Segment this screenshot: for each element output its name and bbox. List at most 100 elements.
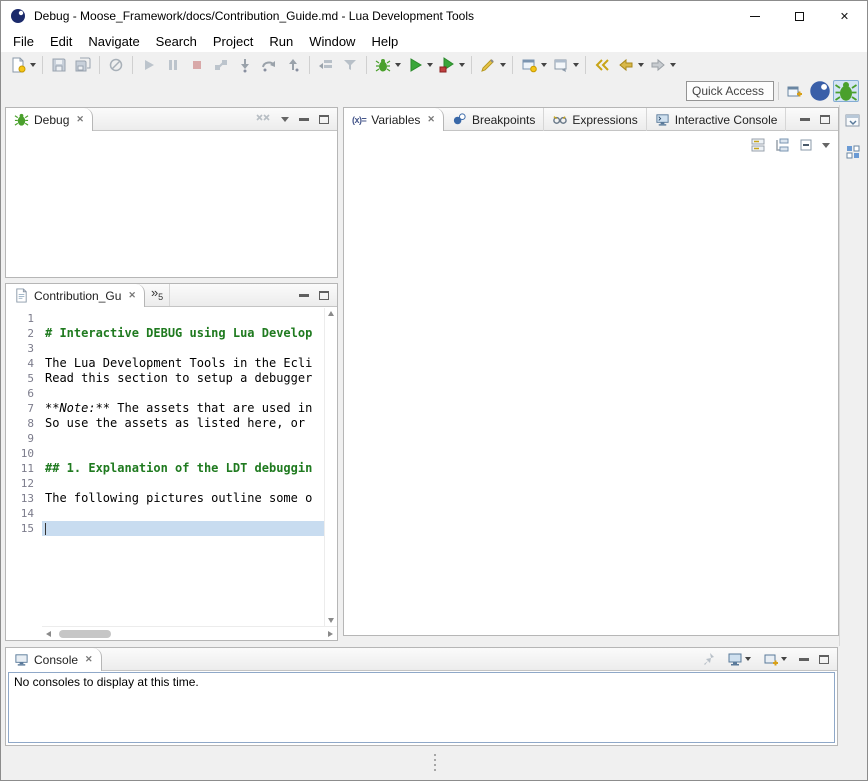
scrollbar-thumb[interactable] (59, 630, 111, 638)
new-dropdown-icon[interactable] (30, 63, 36, 67)
forward-button[interactable] (646, 54, 678, 76)
open-console-button[interactable] (763, 651, 789, 667)
skip-breakpoints-button[interactable] (104, 54, 128, 76)
menu-run[interactable]: Run (261, 31, 301, 52)
external-tools-dropdown-icon[interactable] (459, 63, 465, 67)
menu-window[interactable]: Window (301, 31, 363, 52)
back-button[interactable] (614, 54, 646, 76)
new-button[interactable] (6, 54, 38, 76)
open-element-button[interactable] (549, 54, 581, 76)
drop-to-frame-button[interactable] (314, 54, 338, 76)
mark-occurrences-button[interactable] (476, 54, 508, 76)
step-into-button[interactable] (233, 54, 257, 76)
code-line[interactable] (42, 521, 324, 536)
perspective-debug-button[interactable] (833, 80, 859, 102)
code-line[interactable]: ## 1. Explanation of the LDT debuggin (42, 461, 324, 476)
menu-search[interactable]: Search (148, 31, 205, 52)
tab-close-icon[interactable]: ✕ (74, 114, 84, 125)
scroll-down-icon[interactable] (328, 618, 334, 623)
line-number[interactable]: 10 (6, 446, 42, 461)
code-line[interactable]: The following pictures outline some o (42, 491, 324, 506)
open-perspective-button[interactable] (783, 80, 807, 102)
line-number[interactable]: 4 (6, 356, 42, 371)
line-number[interactable]: 6 (6, 386, 42, 401)
tab-debug[interactable]: Debug ✕ (6, 108, 93, 131)
display-console-dropdown-icon[interactable] (745, 657, 751, 661)
tab-interactive-console[interactable]: Interactive Console (647, 108, 787, 131)
perspective-ldt-button[interactable] (807, 80, 833, 102)
menu-edit[interactable]: Edit (42, 31, 80, 52)
variables-content[interactable] (344, 158, 838, 635)
code-line[interactable] (42, 386, 324, 401)
show-type-names-icon[interactable] (750, 137, 766, 153)
tab-breakpoints[interactable]: Breakpoints (444, 108, 544, 131)
console-content[interactable]: No consoles to display at this time. (8, 672, 835, 743)
code-line[interactable] (42, 476, 324, 491)
maximize-view-icon[interactable] (819, 655, 829, 664)
menu-project[interactable]: Project (205, 31, 261, 52)
suspend-button[interactable] (161, 54, 185, 76)
terminate-button[interactable] (185, 54, 209, 76)
scroll-left-icon[interactable] (46, 631, 51, 637)
editor-horizontal-scrollbar[interactable] (42, 626, 337, 640)
maximize-button[interactable] (777, 1, 822, 31)
open-console-dropdown-icon[interactable] (781, 657, 787, 661)
use-step-filters-button[interactable] (338, 54, 362, 76)
run-button[interactable] (403, 54, 435, 76)
tab-close-icon[interactable]: ✕ (425, 114, 435, 125)
line-number[interactable]: 5 (6, 371, 42, 386)
last-edit-location-button[interactable] (590, 54, 614, 76)
line-number[interactable]: 8 (6, 416, 42, 431)
forward-dropdown-icon[interactable] (670, 63, 676, 67)
open-element-dropdown-icon[interactable] (573, 63, 579, 67)
run-dropdown-icon[interactable] (427, 63, 433, 67)
code-line[interactable] (42, 446, 324, 461)
external-tools-button[interactable] (435, 54, 467, 76)
bottom-sash-handle[interactable] (431, 754, 439, 778)
maximize-view-icon[interactable] (319, 291, 329, 300)
new-wizard-dropdown-icon[interactable] (541, 63, 547, 67)
save-all-button[interactable] (71, 54, 95, 76)
tab-variables[interactable]: (x)= Variables ✕ (344, 108, 444, 131)
save-button[interactable] (47, 54, 71, 76)
code-line[interactable]: So use the assets as listed here, or (42, 416, 324, 431)
menu-help[interactable]: Help (363, 31, 406, 52)
step-return-button[interactable] (281, 54, 305, 76)
remove-terminated-icon[interactable] (255, 111, 271, 127)
scroll-right-icon[interactable] (328, 631, 333, 637)
collapse-all-icon[interactable] (798, 137, 814, 153)
minimize-button[interactable] (732, 1, 777, 31)
show-logical-structures-icon[interactable] (774, 137, 790, 153)
line-number[interactable]: 9 (6, 431, 42, 446)
debug-view-content[interactable] (6, 132, 337, 277)
pin-console-icon[interactable] (701, 651, 717, 667)
view-menu-icon[interactable] (281, 117, 289, 122)
line-number[interactable]: 15 (6, 521, 42, 536)
minimize-view-icon[interactable] (800, 118, 810, 121)
outline-view-button[interactable] (842, 141, 864, 163)
editor-gutter[interactable]: 123456789101112131415 (6, 308, 42, 626)
line-number[interactable]: 1 (6, 311, 42, 326)
minimize-view-icon[interactable] (799, 658, 809, 661)
debug-dropdown-icon[interactable] (395, 63, 401, 67)
line-number[interactable]: 13 (6, 491, 42, 506)
close-button[interactable]: ✕ (822, 1, 867, 31)
view-menu-icon[interactable] (822, 143, 830, 148)
line-number[interactable]: 7 (6, 401, 42, 416)
menu-file[interactable]: File (5, 31, 42, 52)
line-number[interactable]: 14 (6, 506, 42, 521)
code-line[interactable] (42, 506, 324, 521)
line-number[interactable]: 12 (6, 476, 42, 491)
minimize-view-icon[interactable] (299, 118, 309, 121)
scroll-up-icon[interactable] (328, 311, 334, 316)
debug-button[interactable] (371, 54, 403, 76)
disconnect-button[interactable] (209, 54, 233, 76)
code-line[interactable] (42, 431, 324, 446)
display-console-button[interactable] (727, 651, 753, 667)
editor-code[interactable]: # Interactive DEBUG using Lua Develop The… (42, 308, 324, 626)
editor-tab-overflow-button[interactable]: » 5 (145, 284, 170, 306)
code-line[interactable]: # Interactive DEBUG using Lua Develop (42, 326, 324, 341)
line-number[interactable]: 3 (6, 341, 42, 356)
code-line[interactable]: Read this section to setup a debugger (42, 371, 324, 386)
line-number[interactable]: 11 (6, 461, 42, 476)
